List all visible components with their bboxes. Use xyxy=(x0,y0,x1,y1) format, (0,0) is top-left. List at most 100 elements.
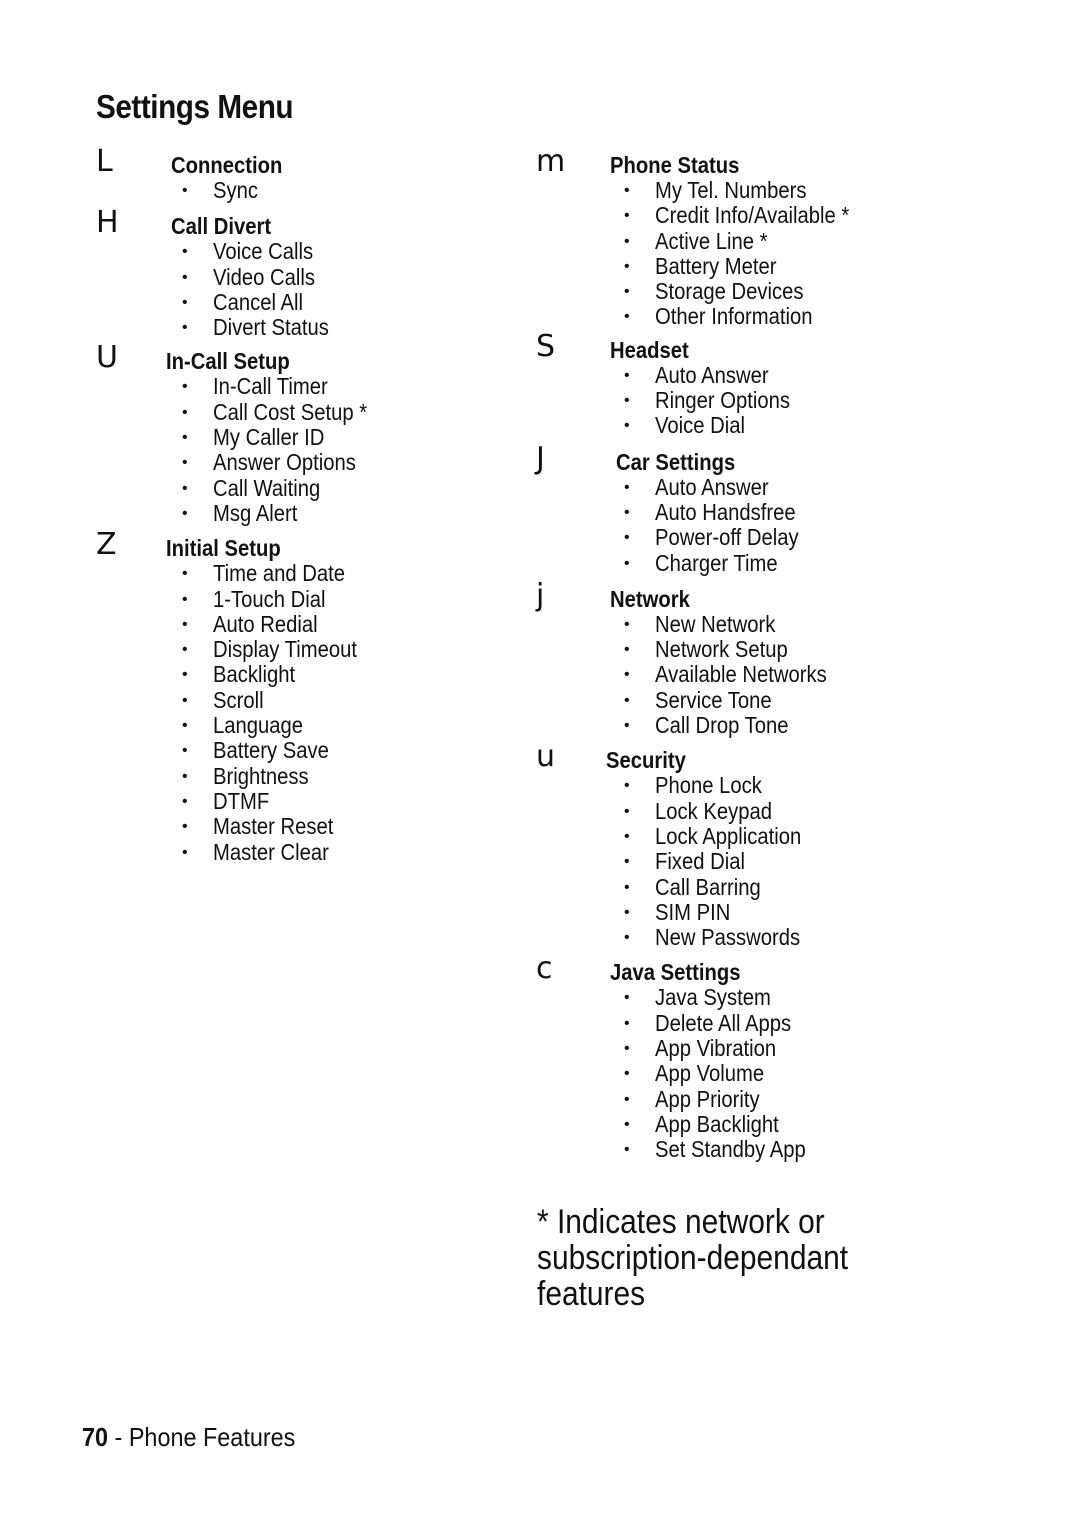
list-item: • Phone Lock xyxy=(536,773,956,798)
bullet-icon: • xyxy=(182,182,188,199)
item-list: • My Tel. Numbers • Credit Info/Available *… xyxy=(536,178,956,330)
car-settings-icon: J xyxy=(536,440,545,476)
left-column: L Connection • Sync H Call Divert • Voice … xyxy=(96,144,496,865)
bullet-icon: • xyxy=(182,565,188,583)
section-java-settings: c Java Settings • Java System • Delete All … xyxy=(536,951,956,1162)
bullet-icon: • xyxy=(624,1090,630,1108)
bullet-icon: • xyxy=(624,802,630,820)
item-label: Network Setup xyxy=(655,636,788,663)
item-label: Auto Handsfree xyxy=(655,498,796,525)
section-initial-setup: Z Initial Setup • Time and Date • 1-Touch D… xyxy=(96,527,496,865)
item-list: • In-Call Timer • Call Cost Setup * • My Call… xyxy=(96,374,496,526)
section-title: In-Call Setup xyxy=(166,348,290,375)
bullet-icon: • xyxy=(624,903,630,921)
list-item: • DTMF xyxy=(96,788,496,814)
item-label: App Volume xyxy=(655,1060,765,1087)
bullet-icon: • xyxy=(624,1065,630,1083)
item-list: • Sync xyxy=(96,178,496,203)
bullet-icon: • xyxy=(182,818,188,836)
list-item: • New Passwords xyxy=(536,925,956,950)
item-label: Delete All Apps xyxy=(655,1009,792,1036)
list-item: • Set Standby App xyxy=(536,1137,956,1162)
item-list: • Voice Calls • Video Calls • Cancel All • Dive… xyxy=(96,239,496,340)
item-label: Lock Application xyxy=(655,822,802,849)
bullet-icon: • xyxy=(182,479,188,497)
item-label: Java System xyxy=(655,984,771,1011)
bullet-icon: • xyxy=(624,989,630,1007)
list-item: • Sync xyxy=(96,178,496,203)
list-item: • Ringer Options xyxy=(536,388,956,413)
item-label: My Tel. Numbers xyxy=(655,177,807,203)
section-phone-status: m Phone Status • My Tel. Numbers • Credit I… xyxy=(536,144,956,330)
section-security: u Security • Phone Lock • Lock Keypad • Lock … xyxy=(536,739,956,950)
item-label: Auto Answer xyxy=(655,361,769,388)
list-item: • In-Call Timer xyxy=(96,374,496,399)
bullet-icon: • xyxy=(182,641,188,659)
item-label: Divert Status xyxy=(213,314,329,341)
footer-section-title: Phone Features xyxy=(128,1422,296,1452)
bullet-icon: • xyxy=(624,366,630,384)
bullet-icon: • xyxy=(624,1141,630,1159)
list-item: • Call Cost Setup * xyxy=(96,399,496,425)
section-title: Connection xyxy=(171,152,283,178)
item-label: Lock Keypad xyxy=(655,797,773,824)
item-label: App Priority xyxy=(655,1085,760,1112)
bullet-icon: • xyxy=(182,504,188,522)
list-item: • Display Timeout xyxy=(96,637,496,662)
section-title: Initial Setup xyxy=(166,535,281,562)
item-label: 1-Touch Dial xyxy=(213,585,326,612)
item-label: Fixed Dial xyxy=(655,848,745,875)
item-label: Master Reset xyxy=(213,813,334,840)
item-label: Service Tone xyxy=(655,686,772,713)
list-item: • Battery Save xyxy=(96,738,496,763)
item-label: Video Calls xyxy=(213,263,316,290)
network-icon: j xyxy=(536,577,545,613)
list-item: • App Priority xyxy=(536,1085,956,1112)
bullet-icon: • xyxy=(182,454,188,472)
list-item: • Master Clear xyxy=(96,839,496,865)
list-item: • Msg Alert xyxy=(96,499,496,526)
list-item: • Call Waiting xyxy=(96,475,496,501)
bullet-icon: • xyxy=(624,503,630,521)
list-item: • Credit Info/Available * xyxy=(536,203,956,228)
item-label: Auto Answer xyxy=(655,473,769,500)
item-label: Available Networks xyxy=(655,661,827,688)
bullet-icon: • xyxy=(624,777,630,795)
list-item: • Battery Meter xyxy=(536,253,956,279)
item-list: • Time and Date • 1-Touch Dial • Auto Redial •… xyxy=(96,561,496,865)
section-title: Network xyxy=(610,585,690,612)
bullet-icon: • xyxy=(624,257,630,275)
item-label: Storage Devices xyxy=(655,278,804,305)
connection-icon: L xyxy=(96,144,113,179)
item-label: Backlight xyxy=(213,661,296,688)
bullet-icon: • xyxy=(182,293,188,311)
item-label: My Caller ID xyxy=(213,424,325,451)
list-item: • Auto Handsfree xyxy=(536,498,956,525)
list-item: • Lock Keypad xyxy=(536,797,956,824)
list-item: • Cancel All xyxy=(96,289,496,315)
list-item: • Divert Status xyxy=(96,315,496,340)
item-label: Msg Alert xyxy=(213,499,298,526)
footer-separator: - xyxy=(108,1422,129,1452)
item-label: Ringer Options xyxy=(655,387,791,414)
list-item: • Backlight xyxy=(96,662,496,687)
item-label: New Passwords xyxy=(655,924,801,951)
list-item: • My Caller ID xyxy=(96,425,496,450)
list-item: • Answer Options xyxy=(96,450,496,475)
headset-icon: S xyxy=(536,328,556,364)
list-item: • Video Calls xyxy=(96,263,496,290)
bullet-icon: • xyxy=(624,878,630,896)
section-connection: L Connection • Sync xyxy=(96,144,496,203)
item-list: • Auto Answer • Ringer Options • Voice Dial xyxy=(536,361,956,439)
item-label: Voice Dial xyxy=(655,412,746,439)
list-item: • App Backlight xyxy=(536,1111,956,1137)
list-item: • Scroll xyxy=(96,687,496,713)
list-item: • 1-Touch Dial xyxy=(96,585,496,612)
list-item: • Voice Calls xyxy=(96,239,496,264)
bullet-icon: • xyxy=(624,666,630,684)
bullet-icon: • xyxy=(624,308,630,326)
list-item: • Charger Time xyxy=(536,550,956,576)
security-icon: u xyxy=(536,739,556,775)
bullet-icon: • xyxy=(182,268,188,286)
section-title: Car Settings xyxy=(616,448,736,475)
